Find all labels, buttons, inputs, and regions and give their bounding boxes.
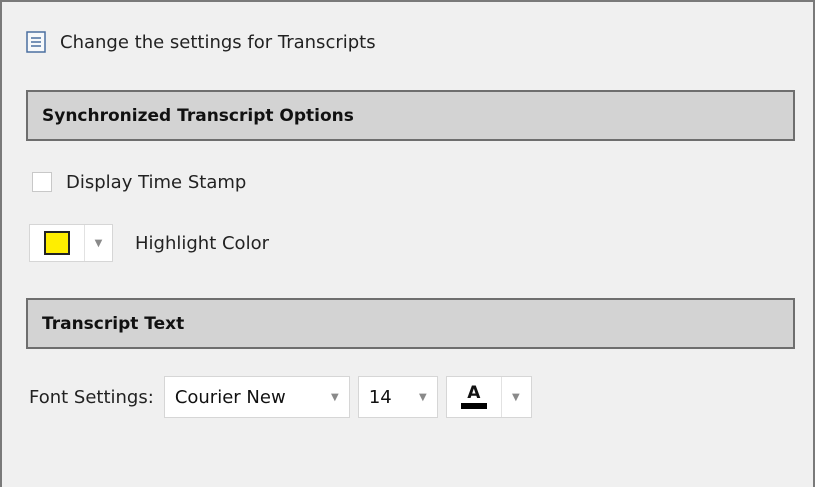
panel-title: Change the settings for Transcripts — [60, 31, 376, 53]
highlight-color-label: Highlight Color — [135, 232, 269, 254]
font-color-picker[interactable]: A ▼ — [445, 376, 532, 418]
highlight-color-option: ▼ Highlight Color — [29, 224, 269, 262]
panel-header: Change the settings for Transcripts — [26, 28, 376, 56]
section-title: Synchronized Transcript Options — [42, 105, 354, 126]
display-time-stamp-checkbox[interactable] — [32, 172, 52, 192]
highlight-color-button[interactable] — [30, 225, 85, 261]
section-synchronized-transcript-options: Synchronized Transcript Options — [26, 90, 795, 141]
display-time-stamp-label[interactable]: Display Time Stamp — [66, 172, 246, 193]
chevron-down-icon[interactable]: ▼ — [321, 392, 349, 403]
font-size-value: 14 — [368, 386, 392, 408]
highlight-color-dropdown[interactable]: ▼ — [85, 225, 112, 261]
font-size-select[interactable]: 14 ▼ — [357, 376, 438, 418]
font-settings-label: Font Settings: — [29, 386, 154, 408]
document-icon — [26, 31, 46, 53]
font-color-bar — [460, 403, 487, 409]
highlight-color-swatch — [44, 231, 70, 255]
font-color-button[interactable]: A — [447, 377, 502, 417]
chevron-down-icon: ▼ — [94, 237, 103, 249]
font-settings-row: Font Settings: Courier New ▼ 14 ▼ A ▼ — [29, 375, 540, 419]
transcript-settings-panel: Change the settings for Transcripts Sync… — [0, 0, 815, 487]
font-family-value: Courier New — [174, 386, 286, 408]
chevron-down-icon[interactable]: ▼ — [409, 392, 437, 403]
section-transcript-text: Transcript Text — [26, 298, 795, 349]
highlight-color-picker[interactable]: ▼ — [29, 224, 113, 262]
font-color-icon: A — [467, 383, 481, 403]
font-family-select[interactable]: Courier New ▼ — [163, 376, 350, 418]
chevron-down-icon[interactable]: ▼ — [502, 392, 530, 403]
section-title: Transcript Text — [42, 313, 185, 334]
display-time-stamp-option[interactable]: Display Time Stamp — [32, 168, 246, 196]
